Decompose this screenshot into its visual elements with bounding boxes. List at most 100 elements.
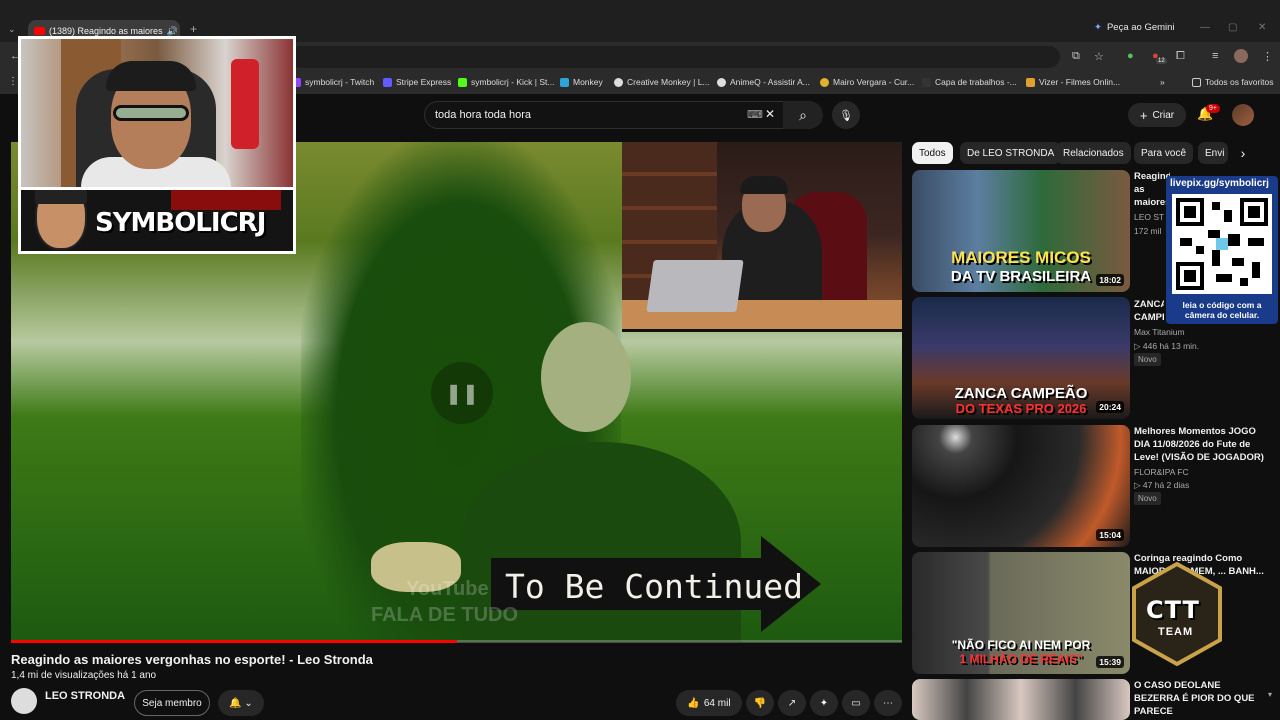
address-bar[interactable] (290, 46, 1060, 68)
chip-all[interactable]: Todos (912, 142, 953, 164)
subscription-bell-button[interactable]: 🔔 ⌄ (218, 690, 264, 716)
rec-thumbnail[interactable]: ZANCA CAMPEÃO DO TEXAS PRO 2026 20:24 (912, 297, 1130, 419)
video-frame-figure (541, 322, 631, 432)
bookmark-item[interactable]: symbolicrj - Twitch (292, 77, 374, 87)
rec-title[interactable]: Reagindo as maiores micos da história da… (1134, 170, 1170, 210)
chevron-right-icon[interactable]: › (1232, 142, 1254, 164)
video-title: Reagindo as maiores vergonhas no esporte… (11, 652, 373, 667)
bookmark-item[interactable]: Vizer - Filmes Onlin... (1026, 77, 1120, 87)
save-button[interactable]: ▭ (842, 690, 870, 716)
video-duration: 18:02 (1096, 274, 1124, 286)
rec-title[interactable]: Melhores Momentos JOGO DIA 11/08/2026 do… (1134, 425, 1264, 464)
chip-for-you[interactable]: Para você (1134, 142, 1194, 164)
rec-meta: 172 mil (1134, 226, 1162, 236)
like-button[interactable]: 👍 64 mil (676, 690, 742, 716)
chip-uploads[interactable]: Envi (1198, 142, 1228, 164)
rec-thumbnail[interactable] (912, 679, 1130, 720)
gemini-sparkle-icon: ✦ (1094, 22, 1102, 33)
bookmark-item[interactable]: Monkey (560, 77, 603, 87)
stripe-icon (383, 77, 392, 87)
profile-avatar[interactable] (1234, 49, 1248, 63)
qr-code-icon (1172, 194, 1272, 294)
thumbnail-caption: MAIORES MICOS (951, 248, 1091, 267)
bookmark-item[interactable]: Stripe Express (383, 77, 451, 87)
globe-icon (614, 77, 623, 87)
podcast-camera-overlay (622, 142, 902, 332)
video-duration: 15:04 (1096, 529, 1124, 541)
minimize-icon[interactable]: — (1200, 22, 1210, 33)
scroll-down-icon[interactable]: ▾ (1268, 690, 1272, 699)
tab-list-icon[interactable]: ⌄ (8, 24, 16, 35)
dislike-button[interactable]: 👎 (746, 690, 774, 716)
document-icon (922, 77, 931, 87)
extension-badge: 12 (1156, 58, 1167, 64)
close-window-icon[interactable]: ✕ (1258, 22, 1266, 33)
rec-title[interactable]: O CASO DEOLANE BEZERRA É PIOR DO QUE PAR… (1134, 679, 1264, 718)
maximize-icon[interactable]: ▢ (1228, 22, 1237, 33)
all-favorites[interactable]: Todos os favoritos (1192, 77, 1274, 87)
more-actions-button[interactable]: ⋯ (874, 690, 902, 716)
livepix-qr-overlay: livepix.gg/symbolicrj leia o código com … (1166, 176, 1278, 324)
extensions-puzzle-icon[interactable]: ⧠ (1176, 50, 1185, 63)
search-query: toda hora toda hora (435, 109, 532, 121)
audio-icon[interactable]: 🔊 (167, 26, 178, 37)
rec-title[interactable]: ZANCA CAMPEÃO DO TEXAS PRO 2026 (1134, 298, 1164, 324)
gemini-button[interactable]: ✦ Peça ao Gemini (1094, 22, 1175, 33)
webcam-glasses (113, 105, 189, 121)
rec-thumbnail[interactable]: MAIORES MICOS DA TV BRASILEIRA 18:02 (912, 170, 1130, 292)
install-app-icon[interactable]: ⧉ (1072, 50, 1080, 63)
monkey-icon (560, 77, 569, 87)
more-bookmarks-icon[interactable]: » (1160, 77, 1165, 87)
microphone-icon: 🎙 (839, 109, 853, 122)
channel-avatar[interactable] (11, 688, 37, 714)
reading-list-icon[interactable]: ≡ (1212, 50, 1218, 62)
new-badge: Novo (1134, 353, 1161, 366)
bookmark-item[interactable]: symbolicrj - Kick | St... (458, 77, 554, 87)
keyboard-icon[interactable]: ⌨ (747, 108, 763, 121)
bookmark-item[interactable]: AnimeQ - Assistir A... (717, 77, 810, 87)
rec-meta: ▷ 47 há 2 dias (1134, 480, 1190, 490)
rec-thumbnail[interactable]: 15:04 (912, 425, 1130, 547)
to-be-continued-text: To Be Continued (505, 567, 804, 606)
streamer-name: SYMBOLICRJ (95, 208, 266, 238)
create-button[interactable]: + Criar (1128, 103, 1186, 127)
save-icon: ▭ (851, 697, 861, 709)
name-tag-accent (171, 190, 281, 210)
join-button[interactable]: Seja membro (134, 690, 210, 716)
bookmark-item[interactable]: Capa de trabalhos -... (922, 77, 1017, 87)
more-icon: ⋯ (883, 697, 893, 709)
vizer-icon (1026, 77, 1035, 87)
create-label: Criar (1152, 109, 1175, 121)
share-button[interactable]: ↗ (778, 690, 806, 716)
account-avatar[interactable] (1232, 104, 1254, 126)
search-input[interactable]: toda hora toda hora ⌨ ✕ (424, 101, 822, 129)
bell-icon: 🔔 ⌄ (229, 697, 253, 709)
channel-name[interactable]: LEO STRONDA (45, 690, 125, 702)
bookmark-star-icon[interactable]: ☆ (1094, 50, 1104, 63)
video-progress-bar[interactable] (11, 640, 902, 643)
qr-caption: leia o código com a câmera do celular. (1182, 300, 1262, 320)
rec-meta: ▷ 446 há 13 min. (1134, 341, 1200, 351)
bookmark-item[interactable]: Creative Monkey | L... (614, 77, 710, 87)
streamer-webcam (18, 36, 296, 190)
chip-related[interactable]: Relacionados (1056, 142, 1131, 164)
search-button[interactable]: ⌕ (783, 101, 823, 129)
thumbs-down-icon: 👎 (753, 697, 767, 709)
like-count: 64 mil (703, 697, 731, 709)
webcam-cap (106, 61, 196, 91)
thanks-button[interactable]: ✦ (810, 690, 838, 716)
new-tab-icon[interactable]: + (190, 22, 197, 36)
new-badge: Novo (1134, 492, 1161, 505)
clear-search-icon[interactable]: ✕ (765, 107, 775, 121)
pause-icon[interactable]: ❚❚ (431, 362, 493, 424)
bookmark-item[interactable]: Mairo Vergara - Cur... (820, 77, 914, 87)
voice-search-button[interactable]: 🎙 (832, 101, 860, 129)
qr-url: livepix.gg/symbolicrj (1170, 178, 1269, 189)
extension-green-icon[interactable]: ● (1127, 50, 1134, 62)
chip-from-channel[interactable]: De LEO STRONDA (960, 142, 1062, 164)
rec-thumbnail[interactable]: "NÃO FICO AI NEM POR 1 MILHÃO DE REAIS" … (912, 552, 1130, 674)
video-duration: 15:39 (1096, 656, 1124, 668)
browser-menu-icon[interactable]: ⋮ (1262, 50, 1273, 63)
gemini-label: Peça ao Gemini (1106, 22, 1175, 33)
sparkle-icon: ✦ (819, 697, 829, 709)
